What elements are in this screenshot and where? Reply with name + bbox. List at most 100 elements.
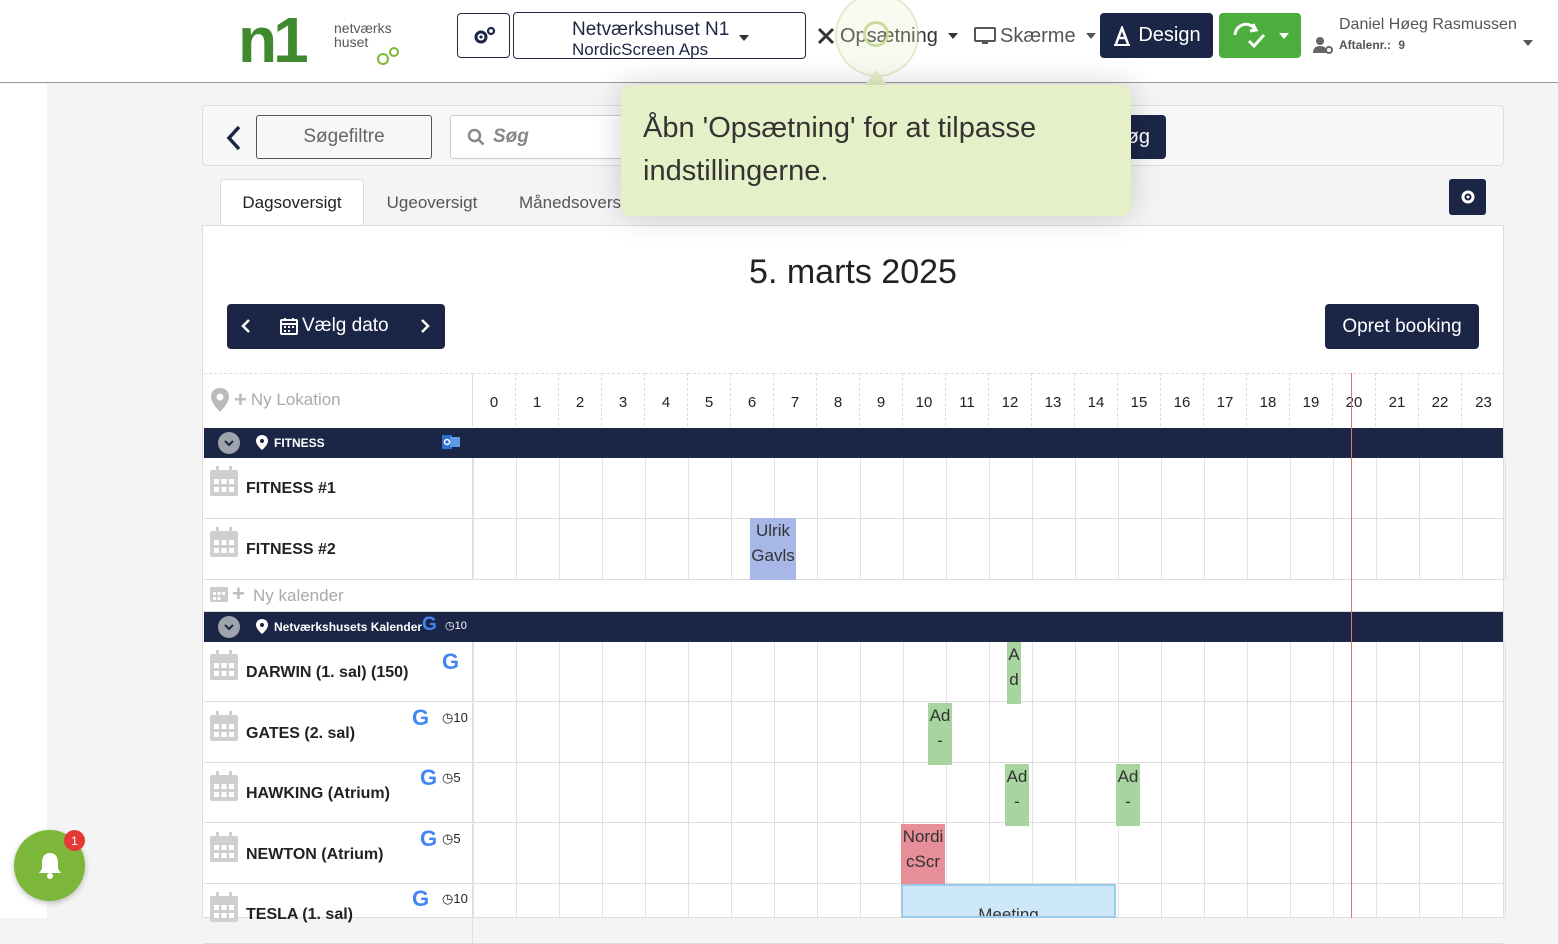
user-agreement: Aftalenr.: 9 (1339, 38, 1405, 52)
nav-screens[interactable]: Skærme (974, 22, 1096, 50)
collapse-chevron-icon[interactable] (218, 616, 240, 638)
hour-label: 12 (989, 373, 1032, 426)
location-name: Netværkshusets Kalender (274, 620, 423, 634)
user-cog-icon (1313, 37, 1333, 54)
current-time-line (1351, 373, 1352, 918)
design-label: Design (1138, 24, 1201, 46)
room-row[interactable]: HAWKING (Atrium) G ◷5 (204, 763, 1503, 823)
hour-label: 17 (1204, 373, 1247, 426)
hour-label: 21 (1376, 373, 1419, 426)
choose-date-button[interactable]: Vælg dato (280, 315, 389, 337)
booking-block[interactable]: Meeting (901, 884, 1116, 918)
hour-label: 10 (903, 373, 946, 426)
room-name: FITNESS #2 (246, 541, 336, 558)
new-location-label: Ny Lokation (250, 390, 341, 409)
sync-check-icon (1233, 22, 1266, 49)
clock-value: 10 (454, 620, 467, 632)
bell-icon (39, 853, 61, 879)
new-calendar-button[interactable]: + Ny kalender (204, 580, 1503, 612)
map-pin-icon (256, 435, 268, 450)
calendar-icon (210, 650, 238, 685)
plus-icon: + (234, 387, 247, 412)
prev-day-icon[interactable] (241, 319, 251, 333)
clock-icon: ◷10 (442, 709, 468, 725)
hour-label: 22 (1419, 373, 1462, 426)
create-booking-button[interactable]: Opret booking (1325, 304, 1479, 349)
hour-label: 16 (1161, 373, 1204, 426)
hour-label: 0 (473, 373, 516, 426)
booking-block[interactable]: Ulrik Gavls (750, 518, 796, 580)
hour-label: 14 (1075, 373, 1118, 426)
location-bar-netvaerkshuset[interactable]: Netværkshusets Kalender G ◷10 (204, 612, 1503, 642)
design-button[interactable]: Design (1100, 13, 1213, 58)
calendar-icon (210, 771, 238, 806)
hour-gridline (1505, 642, 1506, 918)
room-row-fitness-1[interactable]: FITNESS #1 (204, 458, 1503, 519)
hour-gridline (1505, 458, 1506, 580)
gear-icon (1461, 190, 1474, 204)
booking-block[interactable]: A d (1007, 642, 1021, 704)
booking-block[interactable]: Ad - (1005, 764, 1029, 826)
room-row-fitness-2[interactable]: FITNESS #2 (204, 519, 1503, 580)
booking-block[interactable]: Ad - (928, 703, 952, 765)
left-margin (0, 84, 47, 918)
plus-icon: + (232, 581, 245, 606)
search-filters-button[interactable]: Søgefiltre (256, 115, 432, 159)
room-row[interactable]: GATES (2. sal) G ◷10 (204, 702, 1503, 763)
user-menu-chevron-icon[interactable] (1523, 40, 1533, 46)
location-bar-fitness[interactable]: FITNESS (204, 428, 1503, 458)
hour-label: 3 (602, 373, 645, 426)
room-row[interactable]: TESLA (1. sal) G ◷10 (204, 884, 1503, 944)
room-name: DARWIN (1. sal) (150) (246, 664, 409, 681)
logo-mark: n1 (238, 4, 309, 76)
company-logo[interactable]: n1 netværks huset (238, 4, 402, 76)
tools-icon (817, 27, 835, 45)
room-row[interactable]: DARWIN (1. sal) (150) G (204, 642, 1503, 702)
hour-label: 19 (1290, 373, 1333, 426)
organization-select[interactable]: Netværkshuset N1 NordicScreen Aps (513, 12, 806, 59)
calendar-icon (210, 710, 238, 746)
admin-settings-button[interactable] (457, 13, 510, 58)
calendar-icon (210, 527, 238, 557)
tab-day-overview[interactable]: Dagsoversigt (220, 179, 364, 226)
booking-block[interactable]: Ad - (1116, 764, 1140, 826)
org-name: Netværkshuset N1 (572, 19, 730, 40)
tab-week-overview[interactable]: Ugeoversigt (364, 179, 500, 226)
search-input[interactable]: Søg (450, 115, 640, 159)
sync-status-button[interactable] (1219, 13, 1301, 58)
booking-block[interactable]: NordicScr (901, 824, 945, 884)
chevron-down-icon (1279, 33, 1289, 39)
hour-label: 20 (1333, 373, 1376, 426)
room-name: GATES (2. sal) (246, 724, 356, 742)
room-name: TESLA (1. sal) (246, 906, 353, 923)
logo-text-line2: huset (334, 34, 369, 50)
next-day-icon[interactable] (420, 319, 430, 333)
chevron-down-icon (739, 35, 749, 41)
calendar-icon (210, 587, 228, 602)
room-name: FITNESS #1 (246, 480, 336, 497)
chevron-down-icon (947, 33, 958, 39)
clock-value: 5 (453, 770, 461, 785)
cogs-icon (474, 26, 495, 43)
hour-label: 1 (516, 373, 559, 426)
new-location-button[interactable]: + Ny Lokation (204, 373, 473, 426)
clock-icon: ◷5 (442, 770, 461, 785)
google-icon: G (420, 825, 438, 851)
hour-label: 7 (774, 373, 817, 426)
map-pin-icon (256, 619, 268, 634)
collapse-chevron-icon[interactable] (218, 432, 240, 454)
hour-label: 15 (1118, 373, 1161, 426)
date-title: 5. marts 2025 (749, 253, 957, 291)
notification-count-badge: 1 (64, 830, 85, 851)
tab-month-overview[interactable]: Månedsovers (500, 179, 640, 226)
user-name[interactable]: Daniel Høeg Rasmussen (1339, 16, 1517, 34)
back-chevron-icon[interactable] (226, 125, 242, 151)
google-icon: G (420, 765, 438, 790)
onboarding-tooltip[interactable]: Åbn 'Opsætning' for at tilpasse indstill… (621, 85, 1131, 216)
hour-label: 23 (1462, 373, 1505, 426)
hour-label: 5 (688, 373, 731, 426)
room-row[interactable]: NEWTON (Atrium) G ◷5 (204, 823, 1503, 884)
choose-date-label: Vælg dato (302, 315, 389, 336)
calendar-settings-button[interactable] (1449, 179, 1486, 215)
chevron-down-icon (1085, 33, 1096, 39)
